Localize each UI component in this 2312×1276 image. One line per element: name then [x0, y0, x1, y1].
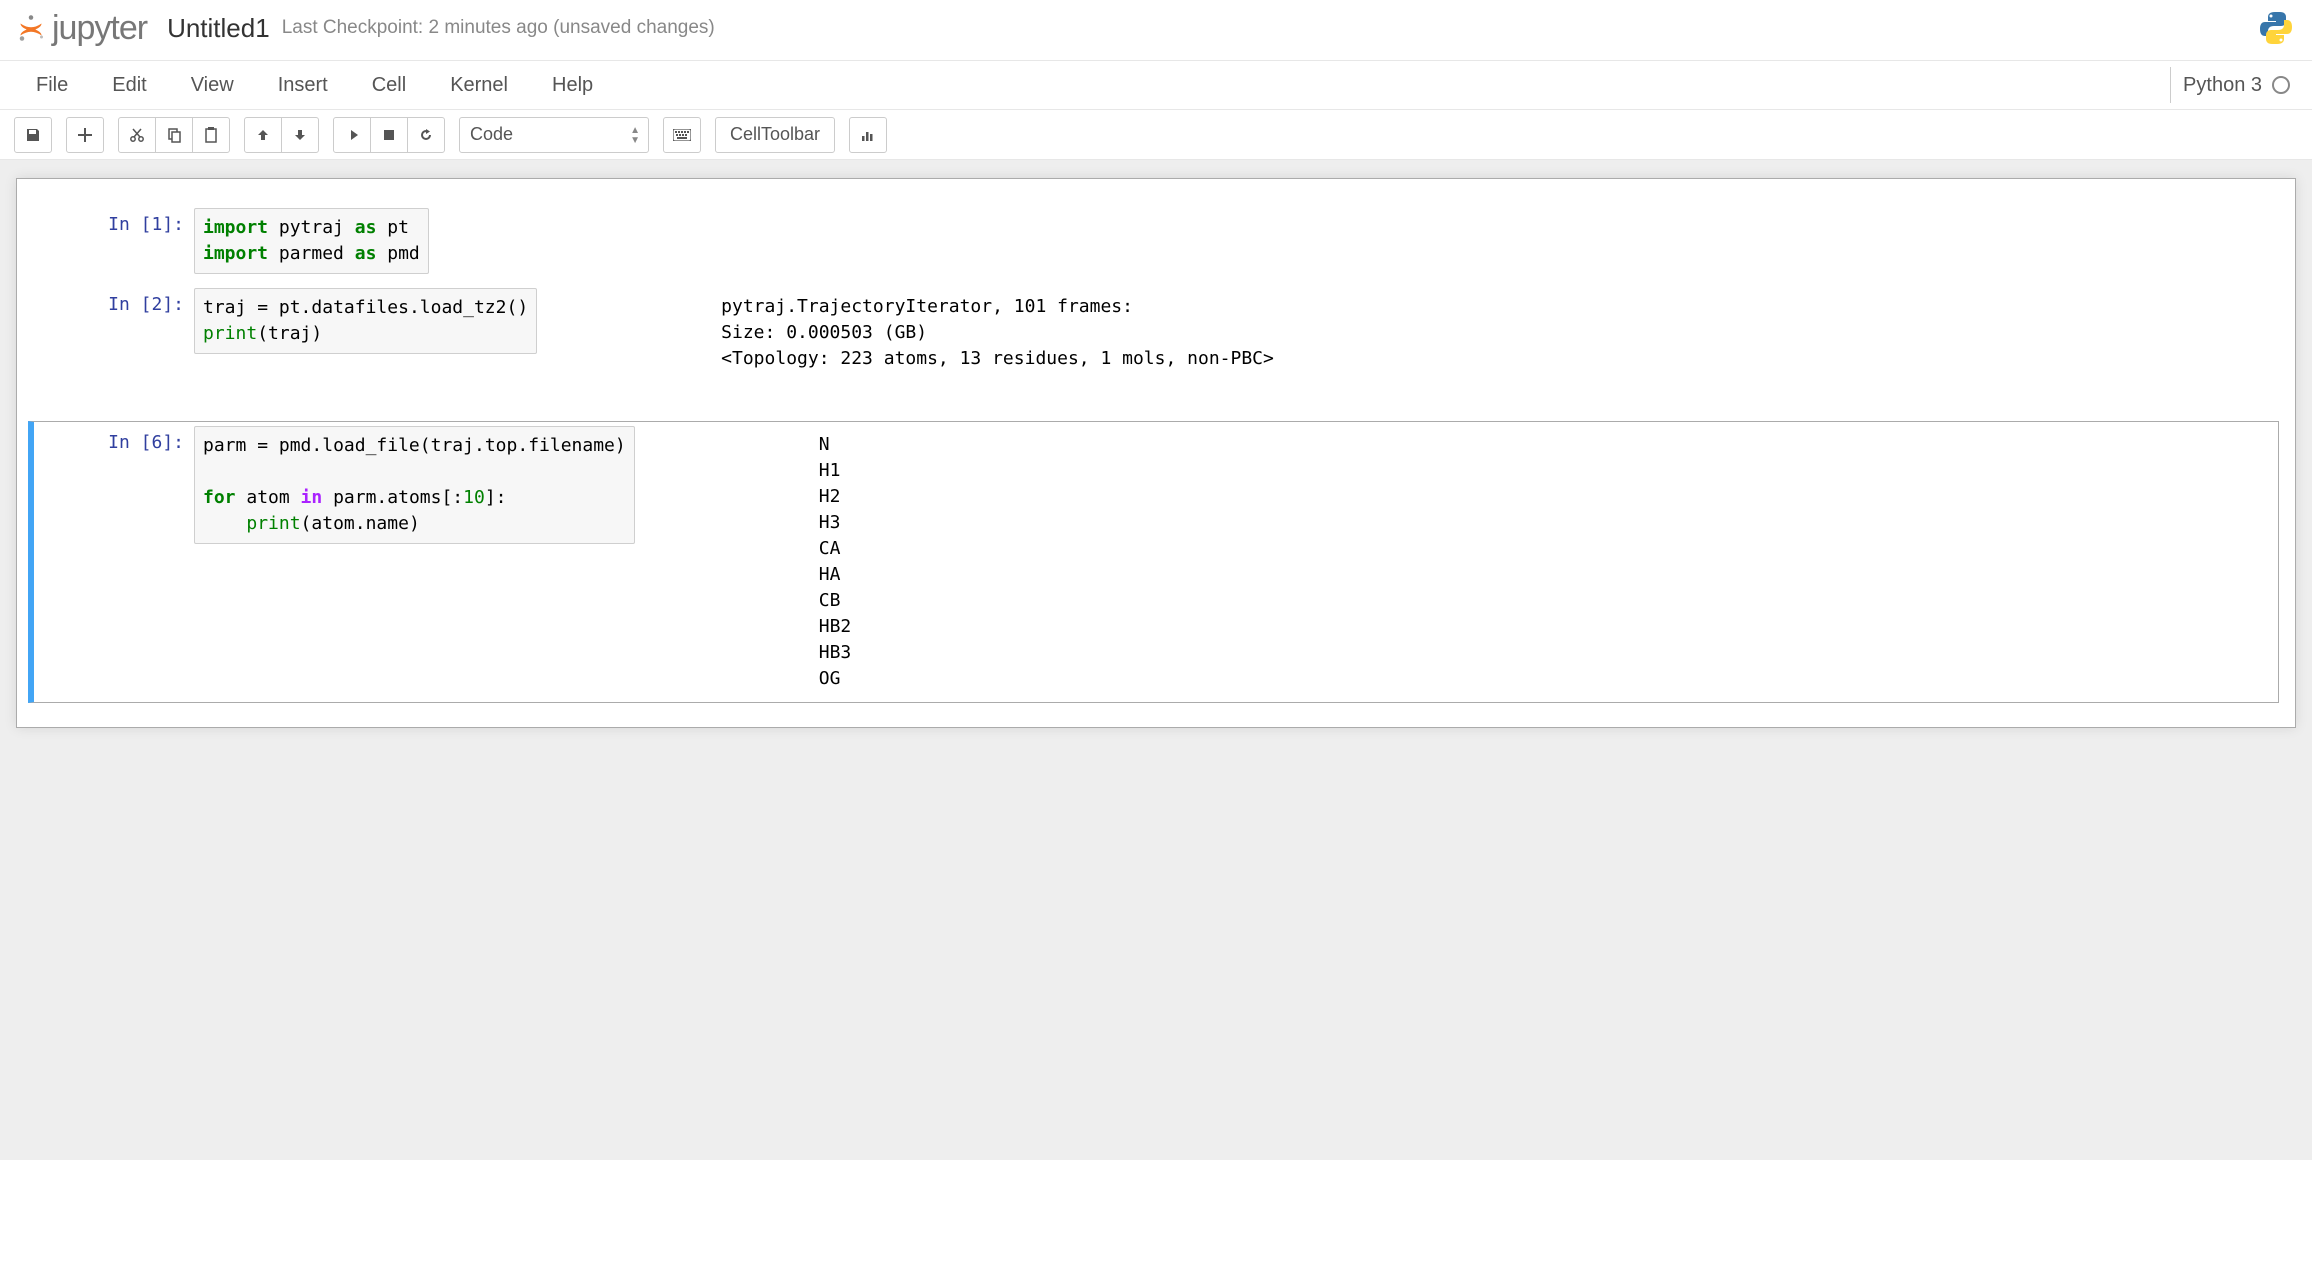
kernel-name: Python 3: [2183, 74, 2262, 97]
checkpoint-status: Last Checkpoint: 2 minutes ago (unsaved …: [282, 17, 715, 39]
output-prompt: [553, 288, 713, 378]
code-cell[interactable]: In [6]:parm = pmd.load_file(traj.top.fil…: [28, 421, 2279, 703]
cut-button[interactable]: [118, 117, 156, 153]
move-down-button[interactable]: [281, 117, 319, 153]
chart-button[interactable]: [849, 117, 887, 153]
kernel-indicator: Python 3: [2170, 67, 2298, 103]
command-palette-button[interactable]: [663, 117, 701, 153]
notebook-container: In [1]:import pytraj as pt import parmed…: [0, 160, 2312, 1160]
output-text: pytraj.TrajectoryIterator, 101 frames: S…: [713, 288, 1282, 378]
notebook: In [1]:import pytraj as pt import parmed…: [16, 178, 2296, 728]
menu-view[interactable]: View: [169, 62, 256, 109]
menu-kernel[interactable]: Kernel: [428, 62, 530, 109]
input-prompt: In [1]:: [34, 208, 194, 274]
restart-button[interactable]: [407, 117, 445, 153]
jupyter-logo-icon: [16, 13, 46, 43]
menu-insert[interactable]: Insert: [256, 62, 350, 109]
menu-cell[interactable]: Cell: [350, 62, 428, 109]
code-cell[interactable]: In [1]:import pytraj as pt import parmed…: [33, 203, 2279, 279]
paste-button[interactable]: [192, 117, 230, 153]
python-logo-icon: [2256, 8, 2296, 48]
cell-type-select[interactable]: Code ▲▼: [459, 117, 649, 153]
menu-edit[interactable]: Edit: [90, 62, 168, 109]
interrupt-button[interactable]: [370, 117, 408, 153]
input-prompt: In [2]:: [34, 288, 194, 378]
chevron-updown-icon: ▲▼: [630, 126, 640, 146]
code-input[interactable]: parm = pmd.load_file(traj.top.filename) …: [194, 426, 635, 544]
menu-help[interactable]: Help: [530, 62, 615, 109]
move-up-button[interactable]: [244, 117, 282, 153]
kernel-idle-icon: [2272, 76, 2290, 94]
celltoolbar-button[interactable]: CellToolbar: [715, 117, 835, 153]
cell-type-value: Code: [470, 124, 513, 145]
code-input[interactable]: import pytraj as pt import parmed as pmd: [194, 208, 429, 274]
toolbar: Code ▲▼ CellToolbar: [0, 110, 2312, 160]
output-prompt: [651, 426, 811, 698]
add-cell-button[interactable]: [66, 117, 104, 153]
menu-file[interactable]: File: [14, 62, 90, 109]
notebook-title[interactable]: Untitled1: [167, 13, 270, 44]
run-button[interactable]: [333, 117, 371, 153]
input-prompt: In [6]:: [34, 426, 194, 698]
copy-button[interactable]: [155, 117, 193, 153]
output-text: N H1 H2 H3 CA HA CB HB2 HB3 OG: [811, 426, 860, 698]
code-input[interactable]: traj = pt.datafiles.load_tz2() print(tra…: [194, 288, 537, 354]
header: jupyter Untitled1 Last Checkpoint: 2 min…: [0, 0, 2312, 60]
jupyter-logo-text: jupyter: [52, 9, 147, 48]
menubar: File Edit View Insert Cell Kernel Help P…: [0, 60, 2312, 110]
jupyter-logo[interactable]: jupyter: [16, 9, 147, 48]
code-cell[interactable]: In [2]:traj = pt.datafiles.load_tz2() pr…: [33, 283, 2279, 383]
save-button[interactable]: [14, 117, 52, 153]
